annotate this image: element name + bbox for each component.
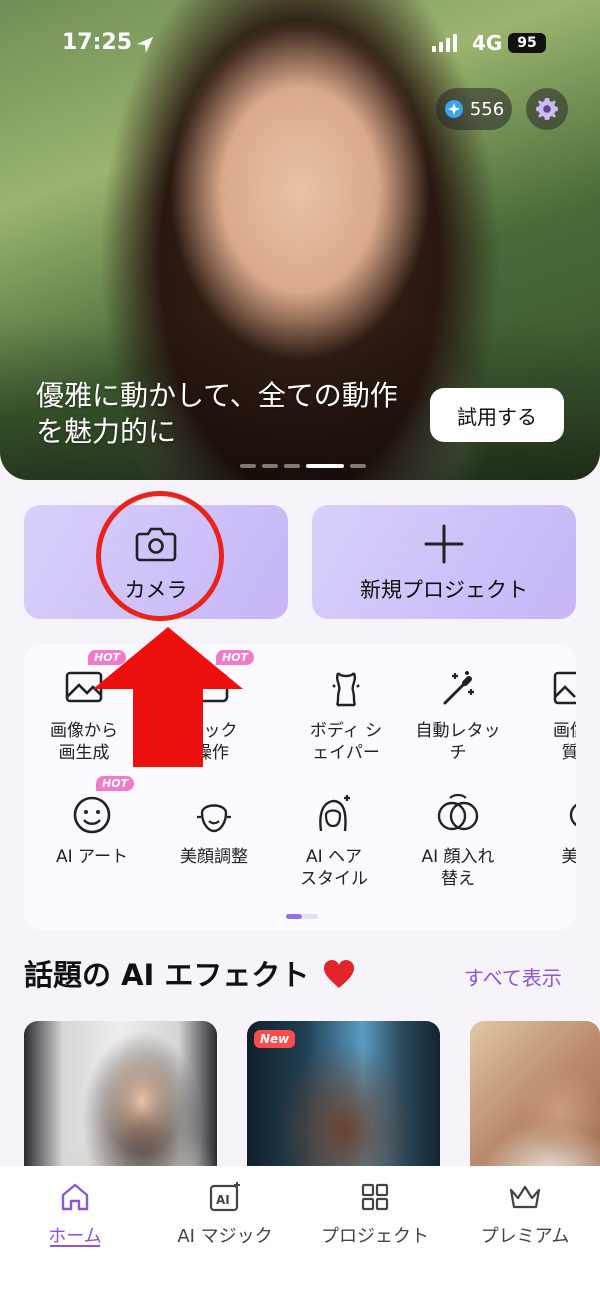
ai-magic-icon: AI	[209, 1182, 240, 1212]
tool-body-shaper[interactable]: ボディ シ ェイパー	[290, 664, 402, 764]
gem-coin-icon	[444, 100, 463, 118]
ai-art-icon	[73, 796, 111, 834]
tool-beauty[interactable]: 美	[514, 790, 576, 868]
hero-caption: 優雅に動かして、全ての動作を魅力的に	[36, 379, 398, 448]
tool-face-beauty[interactable]: 美顔調整	[158, 790, 270, 868]
tool-ai-hairstyle[interactable]: AI ヘア スタイル	[278, 790, 390, 890]
crown-icon	[509, 1185, 541, 1209]
new-badge: New	[254, 1030, 296, 1048]
nav-active-underline	[50, 1245, 100, 1247]
tool-auto-retouch[interactable]: 自動レタッ チ	[402, 664, 514, 764]
tool-label: 美顔調整	[180, 847, 248, 867]
tool-label: 自動レタッ チ	[415, 721, 501, 763]
nav-premium[interactable]: プレミアム	[450, 1180, 600, 1248]
plus-icon	[424, 524, 464, 564]
face-swap-icon	[437, 793, 479, 831]
tools-page-indicator	[286, 914, 318, 919]
new-project-label: 新規プロジェクト	[360, 578, 528, 602]
svg-text:AI: AI	[216, 1193, 230, 1207]
coin-count: 556	[469, 98, 505, 120]
network-label: 4G	[472, 31, 503, 55]
tool-label: 画像 質	[553, 721, 576, 763]
nav-ai-magic-label: AI マジック	[177, 1226, 273, 1247]
nav-ai-magic[interactable]: AI AI マジック	[150, 1180, 300, 1248]
status-bar: 17:25 4G 95	[0, 30, 600, 64]
nav-home[interactable]: ホーム	[0, 1180, 150, 1248]
try-button[interactable]: 試用する	[430, 388, 564, 442]
carousel-indicator	[240, 464, 366, 468]
see-all-link[interactable]: すべて表示	[464, 962, 562, 991]
tool-label: ボディ シ ェイパー	[309, 721, 383, 763]
annotation-circle	[96, 491, 224, 621]
tool-label: 美	[561, 847, 577, 867]
location-arrow-icon	[136, 36, 154, 54]
battery-level: 95	[517, 35, 537, 51]
heart-icon	[324, 960, 354, 988]
image-quality-icon	[553, 671, 576, 705]
nav-projects-label: プロジェクト	[321, 1226, 429, 1247]
auto-retouch-icon	[443, 671, 474, 705]
nav-premium-label: プレミアム	[480, 1226, 570, 1247]
coin-balance-button[interactable]: 556	[436, 88, 512, 130]
body-shaper-icon	[332, 672, 360, 707]
battery-icon: 95	[508, 33, 546, 53]
annotation-arrow-icon	[93, 627, 243, 767]
gear-icon	[536, 98, 558, 120]
nav-projects[interactable]: プロジェクト	[300, 1180, 450, 1248]
settings-button[interactable]	[526, 88, 568, 130]
face-beauty-icon	[197, 804, 231, 833]
tool-label: AI 顔入れ 替え	[421, 847, 495, 889]
new-project-button[interactable]: 新規プロジェクト	[312, 505, 576, 619]
section-title: 話題の AI エフェクト	[24, 958, 310, 992]
grid-icon	[361, 1183, 389, 1211]
hot-badge: HOT	[96, 776, 135, 791]
status-time: 17:25	[62, 30, 133, 55]
tool-face-swap[interactable]: AI 顔入れ 替え	[402, 790, 514, 890]
ai-hairstyle-icon	[319, 795, 350, 832]
home-icon	[61, 1183, 89, 1211]
bottom-nav: ホーム AI AI マジック プロジェクト プレミアム	[0, 1166, 600, 1301]
tool-ai-art[interactable]: HOT AI アート	[36, 776, 148, 868]
signal-icon	[432, 34, 457, 52]
beauty-icon	[569, 803, 576, 827]
tool-label: AI アート	[55, 847, 129, 867]
tool-image-quality[interactable]: 画像 質	[514, 664, 576, 764]
tool-label: AI ヘア スタイル	[300, 847, 368, 889]
